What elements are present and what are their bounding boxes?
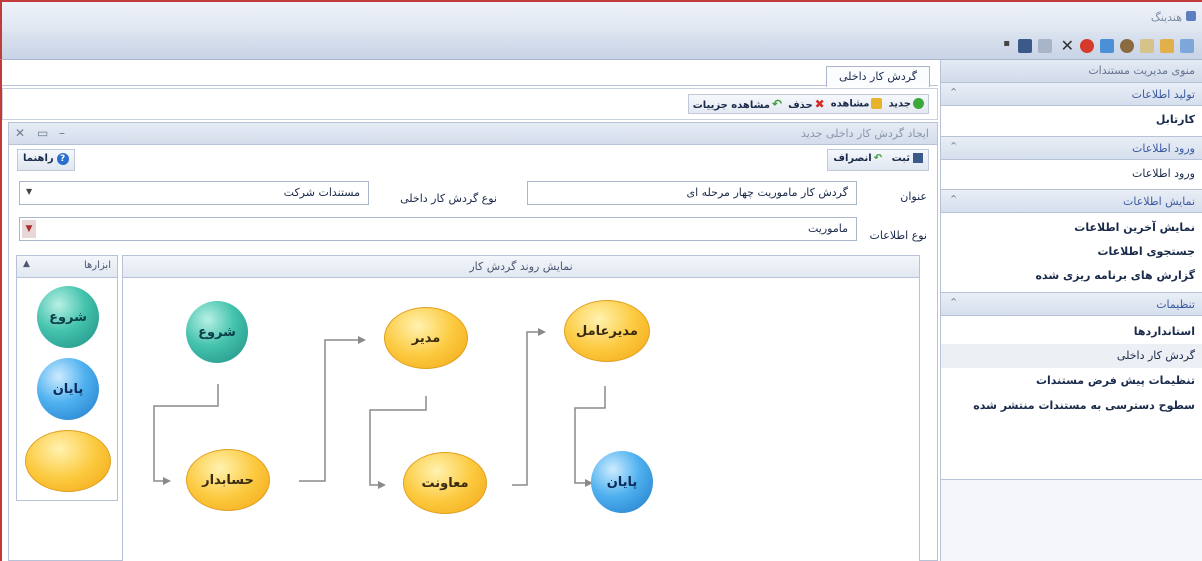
app-title: هندینگ [1150, 11, 1182, 24]
workflow-canvas: نمایش روند گردش کار شروع حسابدار مدیر مع… [122, 255, 920, 561]
workflow-type-select[interactable]: مستندات شرکت ▼ [19, 181, 369, 205]
nav-group-produce[interactable]: تولید اطلاعات ⌃ [941, 82, 1202, 106]
actions-row: جدید مشاهده ✖حذف ↶مشاهده جزییات [2, 88, 938, 120]
nav-item-data-entry[interactable]: ورود اطلاعات [941, 162, 1202, 186]
arrow-head [358, 336, 366, 344]
user-icon[interactable] [1120, 39, 1134, 53]
nav-group-settings[interactable]: تنظیمات ⌃ [941, 292, 1202, 316]
deputy-node[interactable]: معاونت [403, 452, 487, 514]
title-input[interactable]: گردش کار ماموریت چهار مرحله ای [527, 181, 857, 205]
minimize-icon[interactable]: – [59, 126, 65, 140]
chevron-up-icon: ⌃ [949, 140, 959, 153]
nav-item-cartable[interactable]: کارتابل [941, 108, 1202, 132]
help-icon: ? [56, 153, 69, 165]
add-icon [913, 98, 924, 110]
docs-management-menu: منوی مدیریت مستندات تولید اطلاعات ⌃ کارتا… [940, 60, 1202, 561]
checklist-icon[interactable] [1038, 39, 1052, 53]
undo-icon: ↶ [873, 153, 883, 164]
nav-item-standards[interactable]: استانداردها [941, 320, 1202, 344]
tab-strip [2, 60, 938, 86]
cancel-button[interactable]: ↶انصراف [833, 153, 882, 164]
delete-button[interactable]: ✖حذف [788, 97, 825, 111]
close-icon[interactable]: ✕ [15, 126, 25, 140]
table-icon[interactable] [1140, 39, 1154, 53]
arrow-head [163, 477, 171, 485]
nav-item-latest[interactable]: نمایش آخرین اطلاعات [941, 216, 1202, 240]
connector-deputy-ceo [512, 331, 538, 486]
stop-icon[interactable] [1080, 39, 1094, 53]
nav-group-display[interactable]: نمایش اطلاعات ⌃ [941, 189, 1202, 213]
nav-item-search[interactable]: جستجوی اطلاعات [941, 240, 1202, 264]
app-titlebar: هندینگ [0, 0, 1202, 32]
chevron-up-icon: ⌃ [949, 86, 959, 99]
info-type-label: نوع اطلاعات [869, 229, 927, 242]
chevron-up-icon: ⌃ [949, 193, 959, 206]
maximize-icon[interactable]: ▭ [37, 126, 48, 140]
arrow-head [378, 481, 386, 489]
nav-group-input[interactable]: ورود اطلاعات ⌃ [941, 136, 1202, 160]
arrow-head [538, 328, 546, 336]
info-type-select[interactable]: ماموریت ▼ [19, 217, 857, 241]
title-label: عنوان [900, 190, 927, 203]
dropdown-arrow-icon: ▼ [22, 220, 36, 238]
app-logo-icon [1186, 11, 1196, 21]
nav-item-access-levels[interactable]: سطوح دسترسی به مستندات منتشر شده [941, 394, 1202, 418]
new-button[interactable]: جدید [888, 98, 924, 110]
window-icon[interactable] [1100, 39, 1114, 53]
home-icon[interactable] [1180, 39, 1194, 53]
start-node[interactable]: شروع [186, 301, 248, 363]
tab-internal-workflow[interactable]: گردش کار داخلی [826, 66, 930, 87]
window-toolbar: ثبت ↶انصراف ?راهنما [9, 145, 937, 175]
view-icon [871, 98, 883, 110]
dropdown-icon[interactable]: ▪ [1003, 38, 1010, 49]
collapse-icon[interactable]: ▲ [23, 259, 30, 269]
chevron-down-icon: ▼ [26, 187, 33, 196]
workflow-connectors [153, 328, 606, 489]
save-icon[interactable] [1018, 39, 1032, 53]
nav-title: منوی مدیریت مستندات [941, 60, 1202, 82]
delete-icon: ✖ [814, 97, 825, 111]
action-bar: جدید مشاهده ✖حذف ↶مشاهده جزییات [687, 94, 929, 114]
window-titlebar: ایجاد گردش کار داخلی جدید ✕ ▭ – [9, 123, 937, 145]
nav-body: تولید اطلاعات ⌃ کارتابل ورود اطلاعات ⌃ ورو… [941, 82, 1202, 480]
tool-task-node[interactable] [25, 430, 111, 492]
undo-icon: ↶ [772, 97, 783, 111]
workflow-type-label: نوع گردش کار داخلی [400, 192, 497, 205]
nav-item-scheduled-reports[interactable]: گزارش های برنامه ریزی شده [941, 264, 1202, 288]
tools-icon[interactable]: ✕ [1061, 36, 1074, 55]
tools-panel: ابزارها ▲ شروع پایان [16, 255, 118, 501]
nav-item-internal-workflow[interactable]: گردش کار داخلی [941, 344, 1202, 368]
save-button[interactable]: ثبت ↶انصراف [827, 149, 929, 171]
ceo-node[interactable]: مدیرعامل [564, 300, 650, 362]
window-title: ایجاد گردش کار داخلی جدید [801, 127, 929, 140]
main-toolbar: ✕ ▪ [0, 32, 1202, 60]
connector-accountant-manager [299, 339, 358, 482]
left-frame [0, 60, 2, 561]
save-icon [913, 153, 923, 163]
tools-header: ابزارها ▲ [17, 256, 117, 278]
view-button[interactable]: مشاهده [831, 98, 883, 110]
nav-item-default-settings[interactable]: تنظیمات پیش فرض مستندات [941, 369, 1202, 393]
accountant-node[interactable]: حسابدار [186, 449, 270, 511]
tool-end-node[interactable]: پایان [37, 358, 99, 420]
end-node[interactable]: پایان [591, 451, 653, 513]
tool-start-node[interactable]: شروع [37, 286, 99, 348]
help-button[interactable]: ?راهنما [17, 149, 75, 171]
calendar-icon[interactable] [1160, 39, 1174, 53]
manager-node[interactable]: مدیر [384, 307, 468, 369]
chevron-up-icon: ⌃ [949, 296, 959, 309]
details-button[interactable]: ↶مشاهده جزییات [693, 97, 782, 111]
